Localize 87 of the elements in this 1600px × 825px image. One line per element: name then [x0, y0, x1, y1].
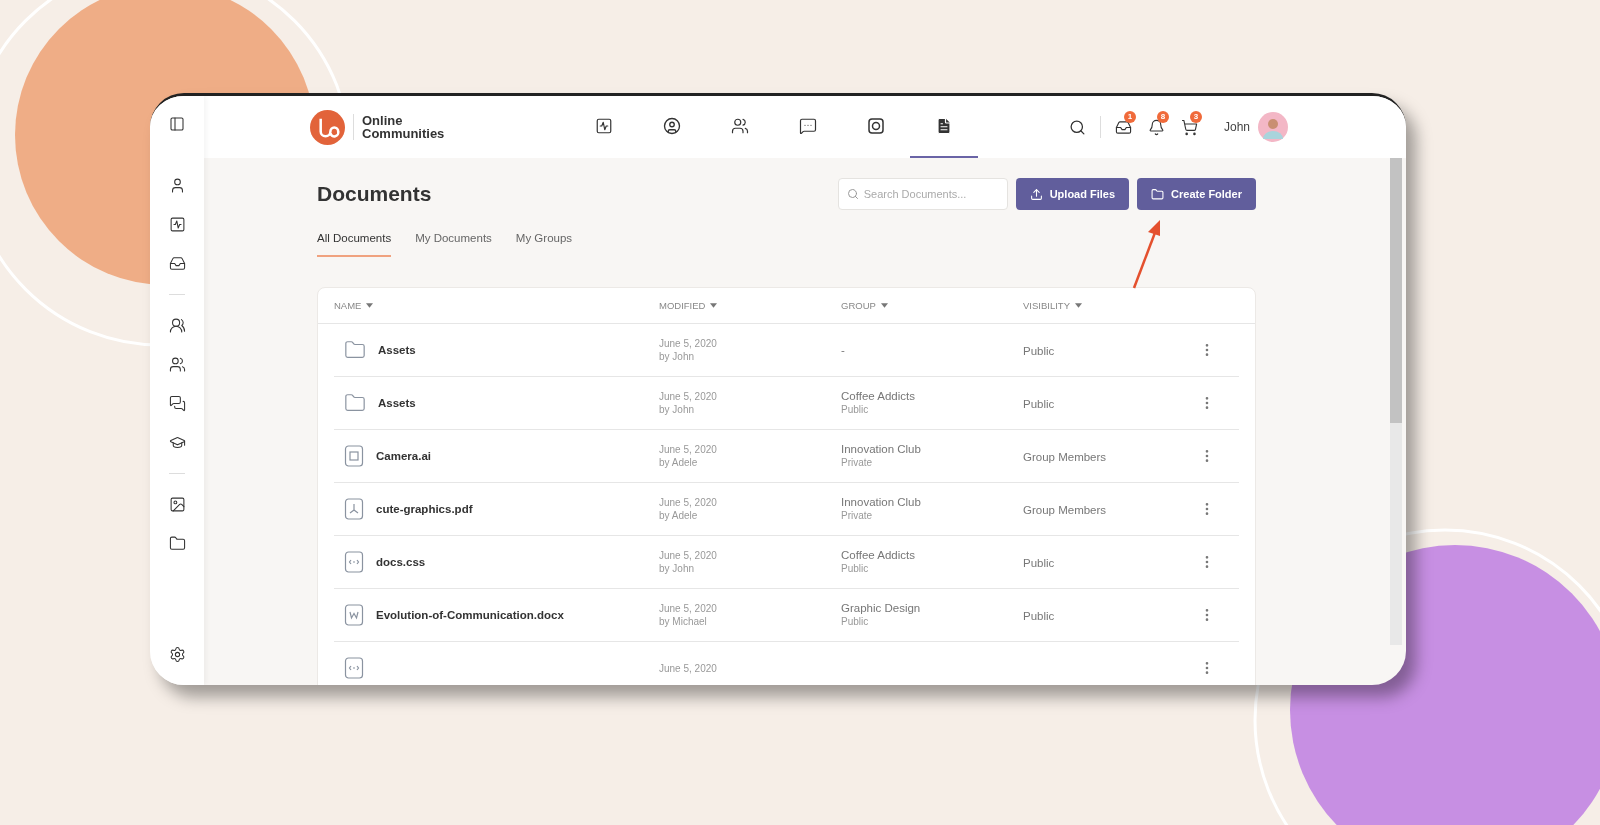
modified-date: June 5, 2020 [659, 602, 718, 616]
caret-icon [880, 303, 888, 309]
group-name: Graphic Design [841, 601, 922, 616]
column-header[interactable]: GROUP [841, 298, 876, 313]
search-icon [846, 188, 859, 200]
group-privacy: Public [841, 562, 870, 577]
folder-icon [1151, 187, 1165, 201]
file-name[interactable]: cute-graphics.pdf [376, 500, 473, 518]
tab[interactable]: My Documents [415, 230, 492, 258]
upload-icon [1029, 187, 1043, 201]
file-name[interactable]: Camera.ai [376, 447, 431, 465]
file-name[interactable]: Evolution-of-Communication.docx [376, 606, 564, 624]
group-privacy: Private [841, 509, 874, 524]
modified-date: June 5, 2020 [659, 337, 718, 351]
group-name: Innovation Club [841, 495, 922, 510]
groups-icon[interactable] [168, 317, 186, 334]
modified-date: June 5, 2020 [659, 496, 718, 510]
visibility: Group Members [1023, 504, 1107, 517]
avatar[interactable] [1258, 112, 1288, 142]
pdf-file-icon [344, 498, 364, 521]
people-icon [731, 117, 749, 135]
modified-date: June 5, 2020 [659, 390, 718, 404]
modified-by: by Adele [659, 456, 699, 470]
word-file-icon [344, 604, 364, 627]
modified-date: June 5, 2020 [659, 443, 718, 457]
visibility: Public [1023, 610, 1055, 623]
group-privacy: Public [841, 403, 870, 418]
visibility: Public [1023, 345, 1055, 358]
group-privacy: Private [841, 456, 874, 471]
search-icon[interactable] [1068, 118, 1086, 136]
modified-by: by John [659, 350, 696, 364]
notification-badge: 3 [1189, 110, 1202, 123]
inbox-icon[interactable] [168, 255, 186, 272]
caret-icon [1075, 303, 1082, 309]
group-name: Innovation Club [841, 442, 922, 457]
notification-badge: 1 [1123, 110, 1136, 123]
group-name: Coffee Addicts [841, 389, 916, 404]
column-header[interactable]: NAME [334, 298, 362, 313]
chat-icon [799, 117, 817, 135]
cart-icon[interactable] [1180, 118, 1198, 136]
sidebar-toggle-icon[interactable] [169, 116, 185, 132]
visibility: Public [1023, 398, 1055, 411]
modified-date: June 5, 2020 [659, 549, 718, 563]
user-name[interactable]: John [1223, 118, 1250, 136]
activity-icon [595, 117, 613, 135]
bell-icon[interactable] [1147, 118, 1165, 136]
page-title: Documents [317, 181, 432, 208]
tab[interactable]: My Groups [515, 230, 573, 258]
artboard-file-icon [344, 445, 364, 468]
column-header[interactable]: MODIFIED [659, 298, 706, 313]
code-file-icon [344, 551, 364, 574]
modified-by: by Michael [659, 615, 708, 629]
pointer-arrow [1132, 218, 1162, 290]
code-file-icon [344, 657, 364, 680]
notification-badge: 8 [1156, 110, 1169, 123]
activity-icon[interactable] [168, 216, 186, 233]
file-name[interactable]: docs.css [376, 553, 426, 571]
inbox-icon[interactable] [1114, 118, 1132, 136]
caret-icon [710, 303, 718, 309]
visibility: Public [1023, 557, 1055, 570]
group-name: - [841, 343, 846, 358]
profile-icon [663, 117, 681, 135]
graduation-cap-icon[interactable] [168, 434, 186, 451]
folder-icon[interactable] [168, 535, 186, 552]
upload-button[interactable]: Upload Files [1015, 178, 1130, 210]
create-folder-button[interactable]: Create Folder [1137, 178, 1256, 210]
logo-icon[interactable] [310, 109, 345, 145]
modified-date: June 5, 2020 [659, 661, 718, 675]
caret-icon [366, 303, 374, 309]
settings-icon[interactable] [168, 646, 186, 663]
photos-icon[interactable] [168, 496, 186, 513]
search-field[interactable]: Search Documents... [837, 178, 1008, 210]
modified-by: by John [659, 562, 696, 576]
tab[interactable]: All Documents [317, 230, 392, 258]
file-name[interactable]: Assets [378, 394, 416, 412]
visibility: Group Members [1023, 451, 1107, 464]
modified-by: by Adele [659, 509, 699, 523]
group-name: Coffee Addicts [841, 548, 916, 563]
media-icon [867, 117, 885, 135]
brand-name: Online Communities [362, 114, 445, 140]
group-privacy: Public [841, 615, 870, 630]
document-icon [935, 117, 953, 135]
forums-icon[interactable] [168, 395, 186, 412]
column-header[interactable]: VISIBILITY [1023, 298, 1070, 313]
file-name[interactable]: Assets [378, 341, 416, 359]
members-icon[interactable] [168, 356, 186, 373]
modified-by: by John [659, 403, 696, 417]
